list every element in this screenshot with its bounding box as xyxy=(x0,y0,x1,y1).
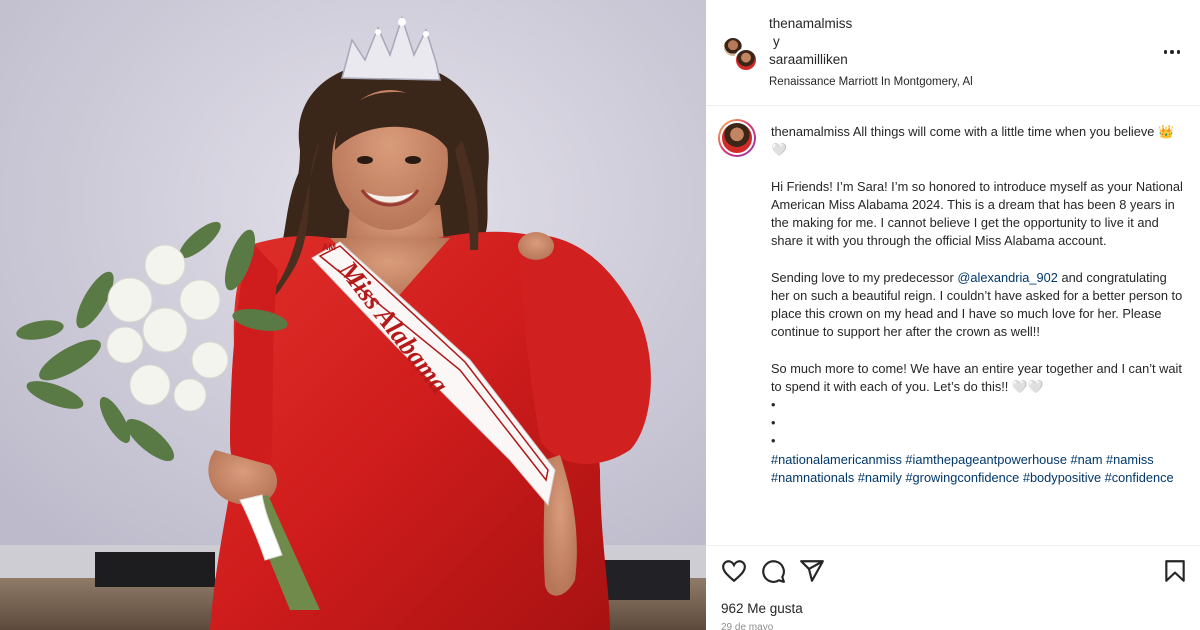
post-caption: thenamalmiss All things will come with a… xyxy=(771,123,1183,505)
avatar[interactable] xyxy=(734,48,758,72)
bullet: • xyxy=(771,433,776,449)
collab-avatars[interactable] xyxy=(722,36,758,72)
comments-area[interactable]: thenamalmiss All things will come with a… xyxy=(706,107,1200,544)
sash-logo: AM xyxy=(322,242,336,252)
heart-icon[interactable] xyxy=(721,558,747,584)
post-date[interactable]: 29 de mayo xyxy=(721,622,773,630)
bullet: • xyxy=(771,397,776,412)
like-count[interactable]: 962 Me gusta xyxy=(721,601,803,616)
mention-link[interactable]: @alexandria_902 xyxy=(957,270,1058,285)
comment-icon[interactable] xyxy=(760,558,786,584)
location-link[interactable]: Renaissance Marriott In Montgomery, Al xyxy=(769,73,973,91)
post-photo[interactable]: Miss Alabama AM xyxy=(0,0,706,630)
username-link[interactable]: saraamilliken xyxy=(769,51,973,69)
caption-paragraph: So much more to come! We have an entire … xyxy=(771,360,1182,394)
caption-paragraph: Hi Friends! I’m Sara! I’m so honored to … xyxy=(771,178,1183,249)
caption-username[interactable]: thenamalmiss xyxy=(771,124,850,139)
post-actions: 962 Me gusta 29 de mayo xyxy=(706,545,1200,630)
share-icon[interactable] xyxy=(799,558,825,584)
username-conjunction: y xyxy=(773,34,780,49)
caption-bullets: • • • xyxy=(771,396,1183,451)
post-header: thenamalmiss y saraamilliken Renaissance… xyxy=(706,0,1200,106)
bullet: • xyxy=(771,415,776,431)
post-details-panel: thenamalmiss y saraamilliken Renaissance… xyxy=(706,0,1200,630)
header-usernames: thenamalmiss y saraamilliken Renaissance… xyxy=(769,15,973,91)
bookmark-icon[interactable] xyxy=(1162,558,1188,584)
username-link[interactable]: thenamalmiss xyxy=(769,15,973,33)
avatar[interactable] xyxy=(718,119,756,157)
photo-illustration: Miss Alabama AM xyxy=(0,0,706,630)
hashtags[interactable]: #nationalamericanmiss #iamthepageantpowe… xyxy=(771,451,1183,487)
more-options-icon[interactable] xyxy=(1162,42,1182,62)
caption-text: Sending love to my predecessor xyxy=(771,269,958,285)
